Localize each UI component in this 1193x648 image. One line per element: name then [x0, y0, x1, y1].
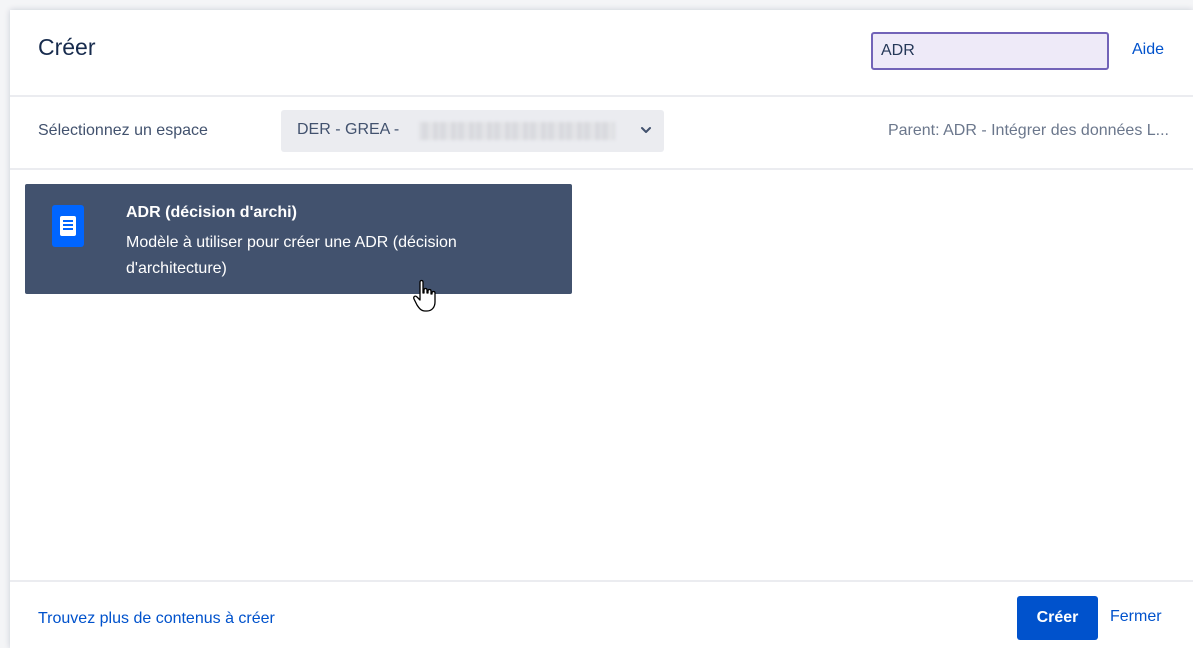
space-selection-row: Sélectionnez un espace DER - GREA - Pare… [10, 97, 1193, 170]
help-link[interactable]: Aide [1132, 41, 1164, 59]
chevron-down-icon [641, 127, 651, 133]
redacted-space-name [419, 122, 615, 140]
find-more-content-link[interactable]: Trouvez plus de contenus à créer [38, 610, 275, 628]
parent-page-text: Parent: ADR - Intégrer des données L... [887, 122, 1169, 139]
template-search-input[interactable] [871, 32, 1109, 70]
close-button[interactable]: Fermer [1110, 608, 1162, 626]
template-title: ADR (décision d'archi) [126, 204, 297, 221]
create-dialog: Créer Aide Sélectionnez un espace DER - … [10, 10, 1193, 648]
create-button[interactable]: Créer [1017, 596, 1098, 640]
template-card-adr[interactable]: ADR (décision d'archi) Modèle à utiliser… [25, 184, 572, 294]
space-select-dropdown[interactable]: DER - GREA - [281, 110, 664, 152]
dialog-header: Créer Aide [10, 10, 1193, 97]
template-description: Modèle à utiliser pour créer une ADR (dé… [126, 234, 457, 277]
page-icon [52, 205, 84, 247]
dialog-title: Créer [38, 34, 96, 60]
dialog-footer: Trouvez plus de contenus à créer Créer F… [10, 580, 1193, 648]
space-select-value: DER - GREA - [297, 121, 400, 138]
hand-cursor-icon [413, 279, 436, 312]
space-select-label: Sélectionnez un espace [38, 122, 208, 139]
